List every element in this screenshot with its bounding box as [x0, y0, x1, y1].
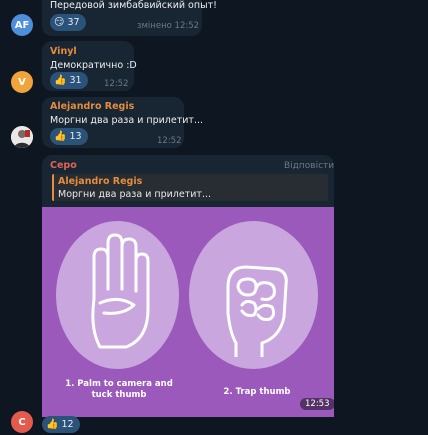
fist-hand-icon — [226, 265, 288, 357]
message-time: 12:52 — [174, 21, 200, 31]
message-text-2: Демократично :D — [50, 60, 137, 71]
reaction-count: 31 — [69, 75, 82, 86]
message-meta-1: змінено 12:52 — [137, 21, 199, 31]
message-time: 12:52 — [104, 79, 129, 89]
message-time: 12:53 — [300, 398, 334, 410]
avatar[interactable]: V — [11, 71, 33, 93]
reaction-count: 37 — [67, 17, 80, 28]
reaction-3[interactable]: 👍 13 — [50, 128, 88, 145]
reaction-1[interactable]: 😏 37 — [50, 14, 86, 31]
reaction-2[interactable]: 👍 31 — [50, 72, 88, 89]
image-caption-right: 2. Trap thumb — [223, 387, 291, 397]
message-image[interactable]: 1. Palm to camera and tuck thumb 2. Trap… — [42, 207, 334, 417]
smirk-emoji-icon: 😏 — [54, 16, 65, 28]
quote-text: Моргни два раза и прилетит... — [58, 189, 212, 200]
reaction-4[interactable]: 👍 12 — [42, 416, 80, 433]
thumbs-up-emoji-icon: 👍 — [54, 130, 67, 142]
sender-name[interactable]: Alejandro Regis — [50, 101, 134, 112]
profile-photo-icon — [11, 126, 33, 148]
sender-name[interactable]: Серо — [50, 160, 77, 171]
quote-sender-name: Alejandro Regis — [58, 176, 143, 187]
palm-hand-icon — [91, 233, 150, 349]
reaction-count: 13 — [69, 131, 82, 142]
message-time: 12:52 — [157, 136, 182, 146]
edited-label: змінено — [137, 21, 172, 31]
reply-button[interactable]: Відповісти — [284, 161, 334, 171]
thumbs-up-emoji-icon: 👍 — [46, 418, 59, 430]
avatar[interactable] — [11, 126, 33, 148]
message-text-1: Передовой зимбабвийский опыт! — [50, 0, 217, 11]
message-text-3: Моргни два раза и прилетит... — [50, 115, 204, 126]
image-caption-left: 1. Palm to camera and tuck thumb — [65, 379, 173, 400]
avatar[interactable]: C — [11, 411, 33, 433]
thumbs-up-emoji-icon: 👍 — [54, 74, 67, 86]
avatar[interactable]: AF — [11, 14, 33, 36]
sender-name[interactable]: Vinyl — [50, 46, 77, 57]
reaction-count: 12 — [61, 419, 74, 430]
